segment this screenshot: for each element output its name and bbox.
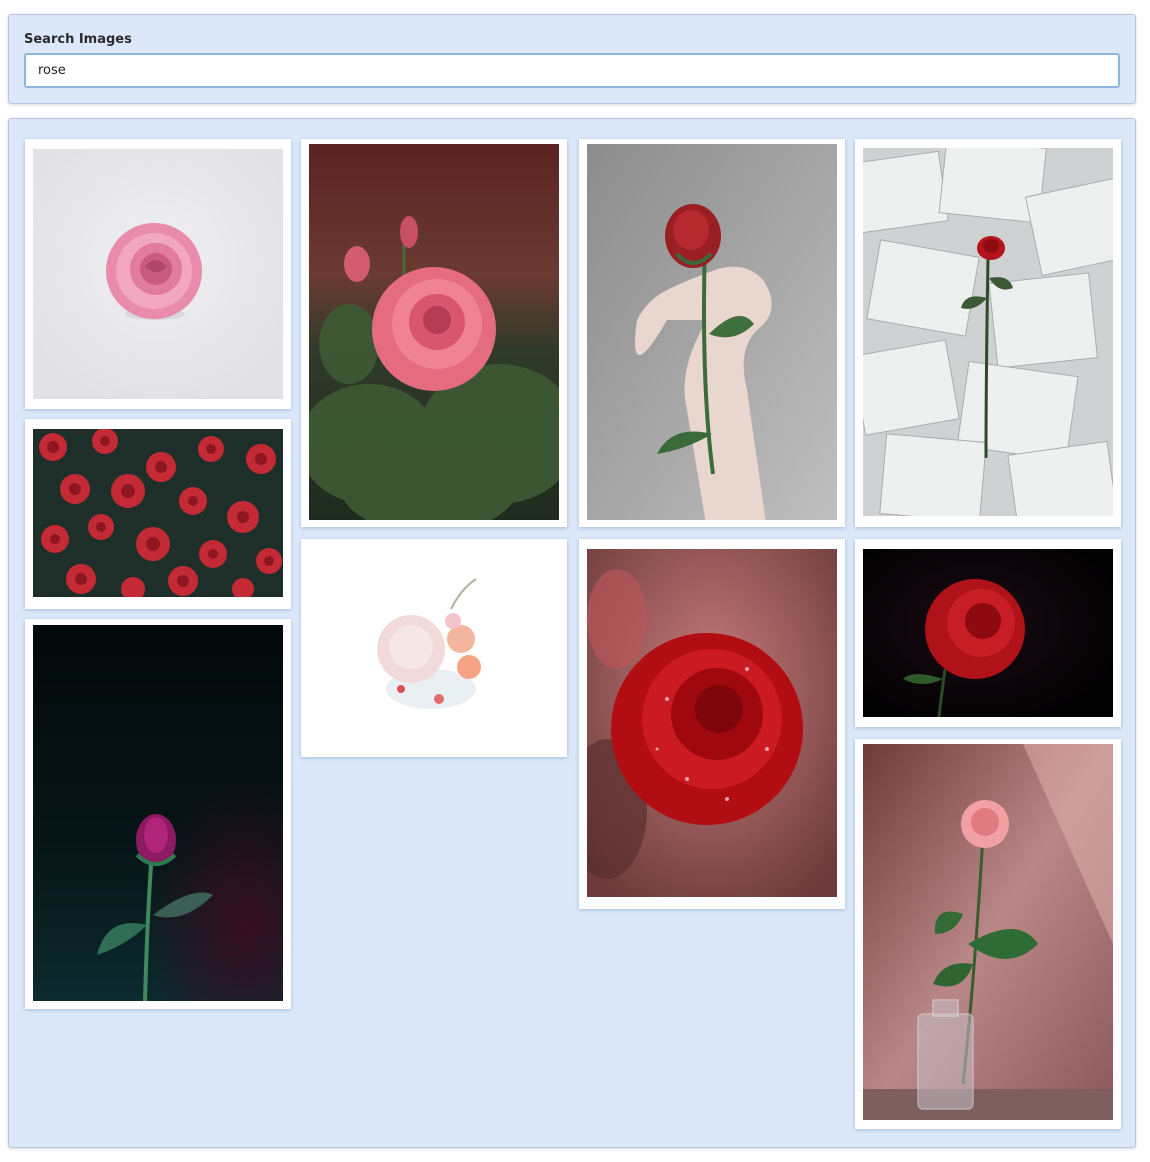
- purple-rose-dark-icon: [33, 625, 283, 1001]
- hand-holding-rose-icon: [587, 144, 837, 520]
- image-card[interactable]: [579, 539, 845, 909]
- search-panel: Search Images: [8, 14, 1136, 104]
- image-card[interactable]: [25, 419, 291, 609]
- image-card[interactable]: [25, 619, 291, 1009]
- image-card[interactable]: [301, 139, 567, 527]
- red-roses-field-icon: [33, 429, 283, 597]
- rose-in-vase-icon: [863, 744, 1113, 1120]
- image-card[interactable]: [855, 139, 1121, 527]
- pink-rose-bush-icon: [309, 144, 559, 520]
- red-rose-droplets-icon: [587, 549, 837, 897]
- search-input[interactable]: [24, 53, 1120, 88]
- rose-on-book-pages-icon: [863, 148, 1113, 516]
- image-card[interactable]: [855, 539, 1121, 727]
- image-card[interactable]: [579, 139, 845, 527]
- image-card[interactable]: [301, 539, 567, 757]
- red-rose-black-icon: [863, 549, 1113, 717]
- results-panel: [8, 118, 1136, 1148]
- white-bouquet-icon: [301, 539, 567, 757]
- pink-rose-white-background-icon: [33, 149, 283, 399]
- image-card[interactable]: [25, 139, 291, 409]
- search-label: Search Images: [24, 32, 132, 47]
- image-card[interactable]: [855, 739, 1121, 1129]
